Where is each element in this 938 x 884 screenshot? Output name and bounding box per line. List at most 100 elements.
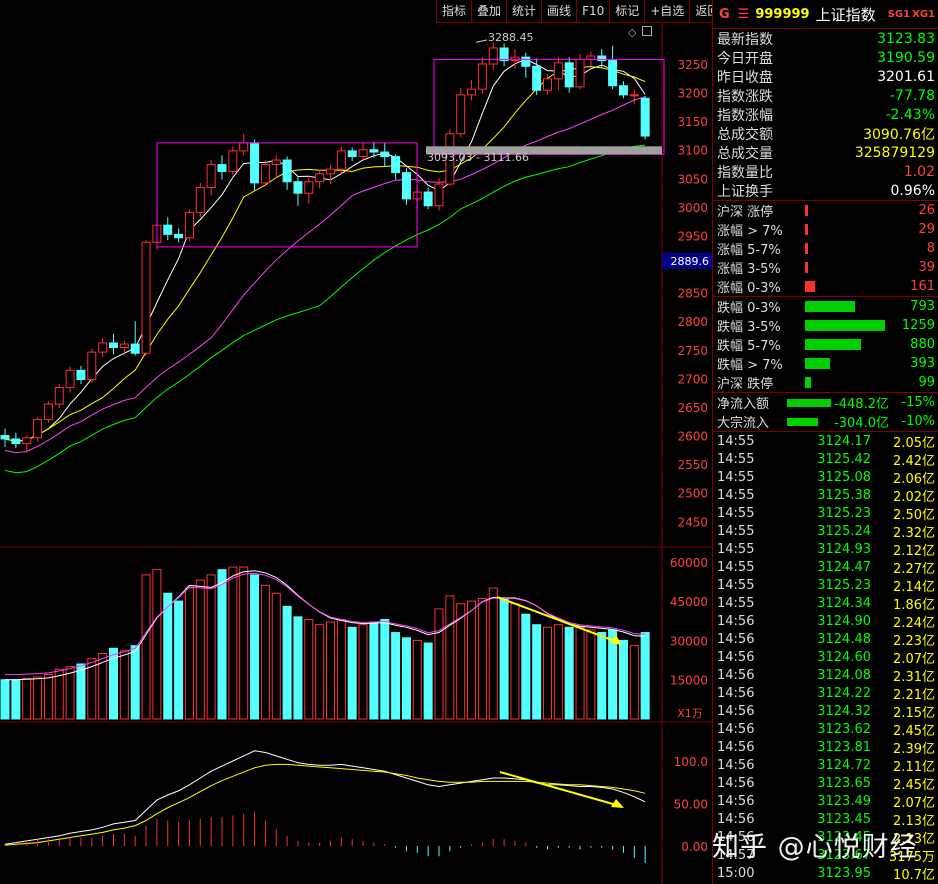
- tick-row[interactable]: 14:55 3124.47 2.27亿: [713, 558, 938, 577]
- candle-body: [326, 168, 335, 175]
- ma5-line: [4, 58, 646, 442]
- tick-row[interactable]: 14:56 3124.22 2.21亿: [713, 684, 938, 703]
- stock-code: 999999: [755, 6, 810, 22]
- volume-bar: [445, 595, 455, 720]
- tick-row[interactable]: 14:55 3125.08 2.06亿: [713, 468, 938, 487]
- breadth-label: 涨幅 0-3%: [717, 281, 781, 296]
- tick-row[interactable]: 14:55 3125.38 2.02亿: [713, 486, 938, 505]
- tick-volume: 2.31亿: [893, 669, 935, 685]
- tick-row[interactable]: 14:55 3125.23 2.50亿: [713, 504, 938, 523]
- kline-chart[interactable]: 3250320031503100305030002950290028502800…: [0, 0, 712, 884]
- volume-bar: [260, 584, 270, 720]
- tick-row[interactable]: 14:56 3123.81 2.39亿: [713, 738, 938, 757]
- tick-time: 15:00: [717, 865, 755, 881]
- tick-row[interactable]: 14:56 3123.49 2.07亿: [713, 792, 938, 811]
- price-tick-label: 2800: [677, 315, 708, 329]
- breadth-row: 跌幅 > 7% 393: [713, 354, 938, 373]
- volume-bar: [174, 600, 184, 720]
- tick-volume: 1.86亿: [893, 597, 935, 613]
- chart-corner-icons: ◇: [628, 26, 653, 39]
- breadth-row: 沪深 跌停 99: [713, 373, 938, 392]
- sg1-tag[interactable]: SG1: [888, 9, 910, 20]
- toolbar-mark-button[interactable]: 标记: [609, 0, 644, 22]
- candle-body: [553, 62, 563, 80]
- breadth-label: 涨幅 > 7%: [717, 224, 783, 239]
- tick-time: 14:55: [717, 523, 755, 539]
- tick-row[interactable]: 14:56 3124.90 2.24亿: [713, 612, 938, 631]
- candle-body: [434, 183, 444, 207]
- quote-value: -77.78: [889, 87, 935, 104]
- tick-row[interactable]: 14:56 3123.65 2.45亿: [713, 774, 938, 793]
- tick-volume: 10.7亿: [893, 867, 935, 883]
- volume-bar: [217, 569, 227, 720]
- ma10-line: [4, 66, 646, 442]
- tick-time: 14:55: [717, 451, 755, 467]
- volume-bar: [521, 613, 531, 720]
- tick-row[interactable]: 14:55 3124.93 2.12亿: [713, 540, 938, 559]
- candle-body: [618, 85, 628, 96]
- quote-label: 昨日收盘: [717, 69, 773, 86]
- volume-bar: [195, 579, 205, 720]
- quote-header: G ☰ 999999 上证指数 SG1 XG1: [713, 0, 938, 29]
- quote-value: -2.43%: [885, 106, 935, 123]
- tick-list[interactable]: 14:55 3124.17 2.05亿 14:55 3125.42 2.42亿 14:55 3…: [713, 431, 938, 883]
- volume-bar: [553, 624, 563, 720]
- volume-bar: [456, 603, 466, 720]
- tick-row[interactable]: 14:55 3124.34 1.86亿: [713, 594, 938, 613]
- tick-row[interactable]: 14:56 3123.62 2.45亿: [713, 720, 938, 739]
- tick-row[interactable]: 15:00 3123.95 10.7亿: [713, 864, 938, 883]
- toolbar-draw-button[interactable]: 画线: [541, 0, 576, 22]
- tick-volume: 2.07亿: [893, 651, 935, 667]
- kline-chart-area[interactable]: 3250320031503100305030002950290028502800…: [0, 0, 725, 884]
- menu-icon[interactable]: ☰: [738, 7, 750, 22]
- tick-row[interactable]: 14:55 3125.42 2.42亿: [713, 450, 938, 469]
- xg1-tag[interactable]: XG1: [912, 9, 935, 20]
- candle-body: [33, 419, 43, 439]
- quote-row: 最新指数 3123.83: [713, 29, 938, 48]
- tick-row[interactable]: 14:56 3124.48 2.23亿: [713, 630, 938, 649]
- tick-row[interactable]: 14:56 3124.60 2.07亿: [713, 648, 938, 667]
- quote-row: 今日开盘 3190.59: [713, 48, 938, 67]
- breadth-value: 1259: [901, 318, 935, 333]
- price-tick-label: 2500: [677, 487, 708, 501]
- toolbar-f10-button[interactable]: F10: [576, 0, 609, 22]
- tick-row[interactable]: 14:56 3124.32 2.15亿: [713, 702, 938, 721]
- tick-row[interactable]: 14:55 3125.24 2.32亿: [713, 522, 938, 541]
- candle-body: [239, 142, 249, 152]
- tick-price: 3124.17: [817, 433, 871, 449]
- tick-volume: 2.39亿: [893, 741, 935, 757]
- volume-bar: [315, 624, 325, 720]
- quote-row: 昨日收盘 3201.61: [713, 67, 938, 86]
- volume-bar: [543, 626, 552, 720]
- toolbar-add-watchlist-button[interactable]: +自选: [644, 0, 689, 22]
- tick-time: 14:56: [717, 649, 755, 665]
- macd-dif-line: [4, 750, 646, 845]
- breadth-value: 393: [910, 356, 935, 371]
- tick-row[interactable]: 14:55 3125.23 2.14亿: [713, 576, 938, 595]
- tick-price: 3124.08: [817, 667, 871, 683]
- toolbar-indicator-button[interactable]: 指标: [436, 0, 471, 22]
- toolbar-overlay-button[interactable]: 叠加: [471, 0, 506, 22]
- candle-body: [293, 181, 303, 194]
- candle-body: [401, 172, 411, 200]
- volume-bar: [239, 566, 249, 720]
- tick-row[interactable]: 14:55 3124.17 2.05亿: [713, 432, 938, 451]
- flow-label: 净流入额: [717, 397, 770, 412]
- candle-body: [130, 343, 140, 354]
- quote-row: 总成交额 3090.76亿: [713, 124, 938, 143]
- breadth-row: 涨幅 3-5% 39: [713, 258, 938, 277]
- tick-row[interactable]: 14:56 3124.72 2.11亿: [713, 756, 938, 775]
- tick-volume: 2.06亿: [893, 471, 935, 487]
- breadth-row: 涨幅 > 7% 29: [713, 220, 938, 239]
- tick-time: 14:56: [717, 685, 755, 701]
- breadth-label: 沪深 跌停: [717, 377, 774, 392]
- tick-row[interactable]: 14:56 3124.08 2.31亿: [713, 666, 938, 685]
- tick-volume: 2.07亿: [893, 795, 935, 811]
- diamond-icon[interactable]: ◇: [628, 26, 636, 39]
- candle-body: [22, 437, 32, 445]
- volume-bar: [0, 679, 10, 720]
- toolbar-statistics-button[interactable]: 统计: [506, 0, 541, 22]
- quote-label: 最新指数: [717, 31, 773, 48]
- volume-bar: [43, 673, 53, 720]
- maximize-icon[interactable]: [642, 26, 653, 36]
